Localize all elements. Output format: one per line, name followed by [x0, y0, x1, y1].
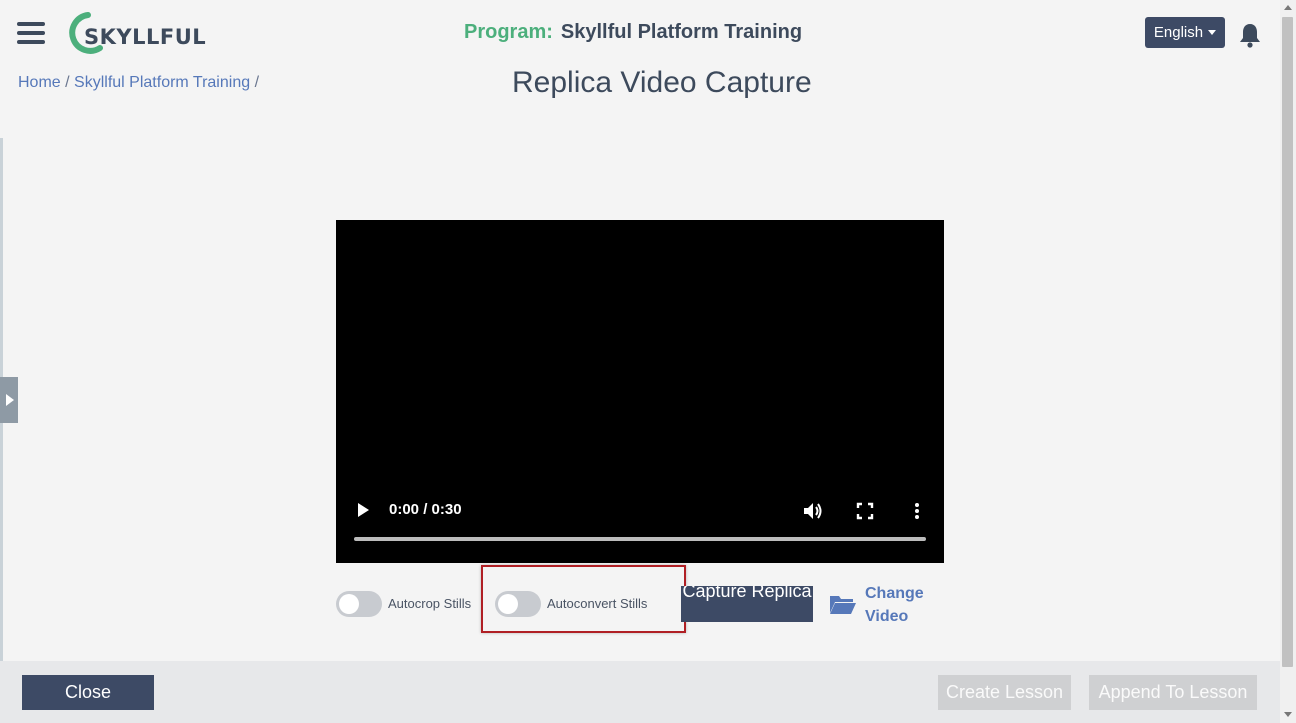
toggle-knob: [339, 594, 359, 614]
video-time: 0:00 / 0:30: [389, 501, 462, 518]
scroll-thumb[interactable]: [1282, 17, 1293, 667]
append-to-lesson-button[interactable]: Append To Lesson: [1089, 675, 1257, 710]
autocrop-stills-toggle[interactable]: [336, 591, 382, 617]
toggle-knob: [498, 594, 518, 614]
capture-replica-button[interactable]: Capture Replica: [681, 586, 813, 622]
autoconvert-stills-label: Autoconvert Stills: [547, 596, 648, 611]
language-value: English: [1153, 24, 1204, 41]
autoconvert-stills-toggle[interactable]: [495, 591, 541, 617]
volume-icon[interactable]: [802, 501, 824, 521]
breadcrumb-separator: /: [254, 74, 260, 91]
play-icon[interactable]: [358, 503, 369, 517]
skyllful-logo[interactable]: SKYLLFUL: [66, 12, 206, 54]
close-button[interactable]: Close: [22, 675, 154, 710]
scroll-down-icon[interactable]: [1284, 712, 1292, 717]
top-bar: SKYLLFUL Program: Skyllful Platform Train…: [0, 0, 1280, 66]
change-video-link[interactable]: Change Video: [865, 582, 935, 628]
autocrop-stills-label: Autocrop Stills: [388, 596, 472, 611]
bell-icon[interactable]: [1238, 22, 1262, 48]
caret-down-icon: [1208, 30, 1217, 35]
language-dropdown[interactable]: English: [1145, 17, 1225, 48]
create-lesson-button[interactable]: Create Lesson: [938, 675, 1071, 710]
scroll-up-icon[interactable]: [1284, 5, 1292, 10]
vertical-scrollbar[interactable]: [1280, 0, 1296, 723]
program-heading: Program: Skyllful Platform Training: [464, 21, 802, 44]
video-player[interactable]: 0:00 / 0:30: [336, 220, 944, 563]
breadcrumb-separator: /: [65, 74, 70, 91]
footer-bar: [0, 661, 1280, 723]
page-title: Replica Video Capture: [512, 66, 812, 99]
logo-text: SKYLLFUL: [84, 25, 207, 49]
hamburger-menu-icon[interactable]: [17, 22, 45, 44]
side-panel-toggle[interactable]: [0, 377, 18, 423]
capture-replica-label: Capture Replica: [682, 586, 812, 601]
program-label: Program:: [464, 21, 553, 43]
video-progress-bar[interactable]: [354, 537, 926, 541]
program-name: Skyllful Platform Training: [560, 21, 803, 43]
chevron-right-icon: [6, 394, 14, 406]
folder-open-icon[interactable]: [829, 593, 857, 615]
more-options-icon[interactable]: [914, 502, 920, 520]
fullscreen-icon[interactable]: [856, 502, 874, 520]
breadcrumb: Home / Skyllful Platform Training /: [18, 74, 259, 92]
breadcrumb-home[interactable]: Home: [18, 74, 61, 91]
breadcrumb-program[interactable]: Skyllful Platform Training: [74, 74, 250, 91]
